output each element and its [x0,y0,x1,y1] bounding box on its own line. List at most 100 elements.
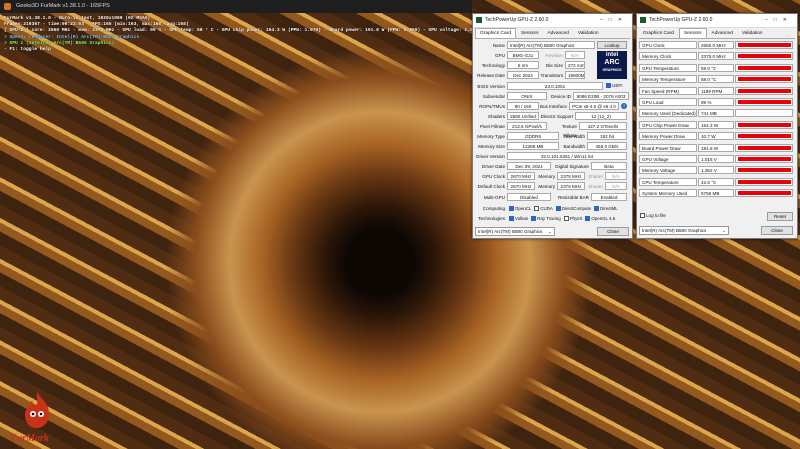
sensor-graph-bar [737,122,791,127]
chevron-down-icon: ⌄ [548,229,552,234]
checkbox-label: OpenGL 4.6 [591,216,616,221]
row-fillrate: Pixel Fillrate 213.6 GPixel/s Texture Fi… [473,122,632,138]
label-pixel-fillrate: Pixel Fillrate [479,124,505,129]
sensor-row: Memory Clock 2375.0 MHz [637,52,797,61]
sensor-row: Memory Voltage 1.352 V [637,166,797,175]
value-memory-type: GDDR6 [507,132,559,140]
sensor-label[interactable]: GPU Load [639,98,697,106]
label-gpu: GPU [495,53,505,58]
checkbox-option[interactable]: CUDA [534,206,553,212]
sensor-value: 42.6 °C [698,177,734,186]
checkbox-option[interactable]: OpenGL 4.6 [585,216,616,222]
log-to-file-checkbox[interactable] [640,213,645,219]
checkbox-option[interactable]: OpenCL [509,206,531,212]
window-controls-icon[interactable]: –□✕ [600,14,628,27]
sensor-value: 1199 RPM [698,86,734,95]
sensor-label[interactable]: GPU Temperature [639,63,697,72]
checkbox-option[interactable]: DirectCompute [555,206,591,212]
sensor-graph [735,52,793,61]
sensor-label[interactable]: Fan Speed (RPM) [639,86,697,95]
lookup-button[interactable]: Lookup [597,41,627,49]
row-driver-date: Driver Date Dec 09, 2024 Digital Signatu… [473,162,632,171]
tab-validation[interactable]: Validation [738,29,767,38]
log-to-file-label: Log to file [646,213,666,218]
furmark-titlebar[interactable]: Geeks3D FurMark v1.38.1.0 - 165FPS [0,0,472,13]
value-bus-interface: PCIe x8 4.0 @ x8 4.0 [569,102,619,110]
value-die-size: 272 mm² [565,61,585,69]
row-rops: ROPs/TMUs 80 / 160 Bus Interface PCIe x8… [473,102,632,111]
tab-sensors[interactable]: Sensors [678,28,707,38]
gpuz-sensors-titlebar[interactable]: TechPowerUp GPU-Z 2.60.0 –□✕ [637,14,797,28]
label-die-size: Die Size [545,63,563,68]
sensor-label[interactable]: Memory Power Draw [639,132,697,141]
checkbox[interactable] [509,216,514,222]
label-bus-width: Bus Width [564,134,585,139]
close-button[interactable]: Close [597,227,629,236]
sensor-label[interactable]: Board Power Draw [639,143,697,152]
sensor-label[interactable]: System Memory Used [639,189,697,198]
checkbox-option[interactable]: DirectML [594,206,618,212]
checkbox[interactable] [563,216,569,222]
uefi-checkbox [606,83,611,89]
sensor-label[interactable]: GPU Clock [639,41,697,49]
sensor-row: Fan Speed (RPM) 1199 RPM [637,86,797,96]
checkbox-option[interactable]: PhysX [563,216,582,222]
sensor-value: 1.352 V [698,166,734,175]
sensor-label[interactable]: Memory Clock [639,52,697,61]
checkbox[interactable] [509,206,514,212]
sensor-row: Memory Temperature 58.0 °C [637,75,797,84]
value-bandwidth: 456.0 GB/s [587,142,627,150]
sensor-value: 191.8 W [698,143,734,152]
tab-graphics-card[interactable]: Graphics Card [475,28,516,38]
sensors-gpu-select[interactable]: Intel(R) Arc(TM) B580 Graphics ⌄ [639,226,729,235]
tab-validation[interactable]: Validation [574,29,603,38]
label-memory-type: Memory Type [477,134,505,139]
tab-advanced[interactable]: Advanced [708,29,737,38]
label-multi-gpu: Multi-GPU [483,195,505,200]
checkbox-option[interactable]: Ray Tracing [531,216,561,222]
tab-graphics-card[interactable]: Graphics Card [639,29,678,38]
reset-button[interactable]: Reset [767,212,793,221]
sensor-label[interactable]: GPU Voltage [639,155,697,163]
sensor-graph [735,75,793,84]
help-icon[interactable]: ? [621,103,627,109]
sensor-label[interactable]: CPU Temperature [639,177,697,186]
furmark-window-title: Geeks3D FurMark v1.38.1.0 - 165FPS [16,3,110,9]
gpuz-sensors-title: TechPowerUp GPU-Z 2.60.0 [649,17,713,23]
value-default-memory: 2375 MHz [557,182,585,190]
gpu-select-dropdown[interactable]: Intel(R) Arc(TM) B580 Graphics ⌄ [475,227,555,236]
value-release-date: Dec 2024 [507,71,539,79]
logo-line3: GRAPHICS [602,68,622,72]
furmark-app-icon [4,3,11,10]
label-driver-date: Driver Date [481,164,505,169]
sensor-graph [735,177,793,186]
sensor-label[interactable]: GPU Chip Power Draw [639,120,697,129]
sensor-row: Board Power Draw 191.8 W [637,143,797,153]
checkbox-option[interactable]: Vulkan [509,216,528,222]
log-to-file-option[interactable]: Log to file [640,213,666,219]
sensors-close-button[interactable]: Close [761,226,793,235]
sensors-gpu-select-value: Intel(R) Arc(TM) B580 Graphics [642,228,707,233]
checkbox[interactable] [585,216,591,222]
sensor-row: GPU Clock 2650.0 MHz [637,41,797,50]
label-directx: DirectX Support [540,114,573,119]
tab-advanced[interactable]: Advanced [544,29,573,38]
gpuz-card-titlebar[interactable]: TechPowerUp GPU-Z 2.60.0 –□✕ [473,14,632,28]
value-bios: 23.0.1051 [507,82,603,90]
tab-sensors[interactable]: Sensors [517,29,543,38]
gpuz-sensors-tabs: Graphics Card Sensors Advanced Validation [639,28,795,39]
checkbox[interactable] [555,206,561,212]
sensor-label[interactable]: Memory Temperature [639,75,697,84]
checkbox[interactable] [534,206,540,212]
checkbox[interactable] [594,206,600,212]
sensor-graph-bar [737,179,791,184]
sensor-label[interactable]: Memory Voltage [639,166,697,175]
sensor-value: 58.0 °C [698,75,734,84]
label-driver-version: Driver Version [476,154,505,159]
sensors-window-controls-icon[interactable]: –□✕ [765,14,793,27]
label-gpu-clock: GPU Clock [482,174,505,179]
value-driver-version: 32.0.101.6251 / Win11 64 [507,152,627,160]
checkbox[interactable] [531,216,537,222]
sensor-graph [735,132,793,141]
sensor-label[interactable]: Memory Used (Dedicated) [639,109,697,118]
